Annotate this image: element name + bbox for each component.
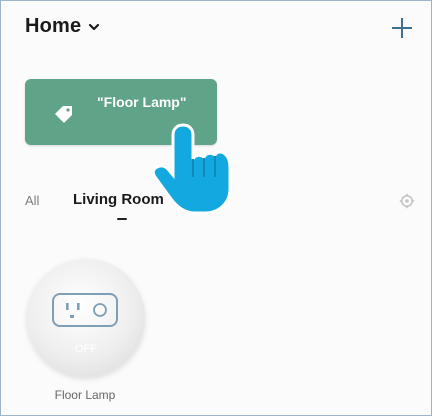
scene-label: "Floor Lamp" <box>97 94 187 110</box>
outlet-icon <box>52 293 118 327</box>
plus-icon[interactable] <box>389 15 415 41</box>
home-selector[interactable]: Home <box>25 15 101 38</box>
device-tile-floor-lamp[interactable]: OFF <box>27 259 145 377</box>
active-tab-indicator <box>117 218 127 220</box>
tag-icon <box>55 106 72 123</box>
gear-icon[interactable] <box>399 193 415 209</box>
device-name: Floor Lamp <box>54 388 116 402</box>
tab-all[interactable]: All <box>25 193 39 208</box>
device-state: OFF <box>75 343 97 355</box>
home-title: Home <box>25 15 82 37</box>
chevron-down-icon <box>89 23 100 30</box>
app-screen: Home "Floor Lamp" All Living Room OFF Fl… <box>0 0 432 416</box>
hand-pointer-icon <box>151 123 232 215</box>
